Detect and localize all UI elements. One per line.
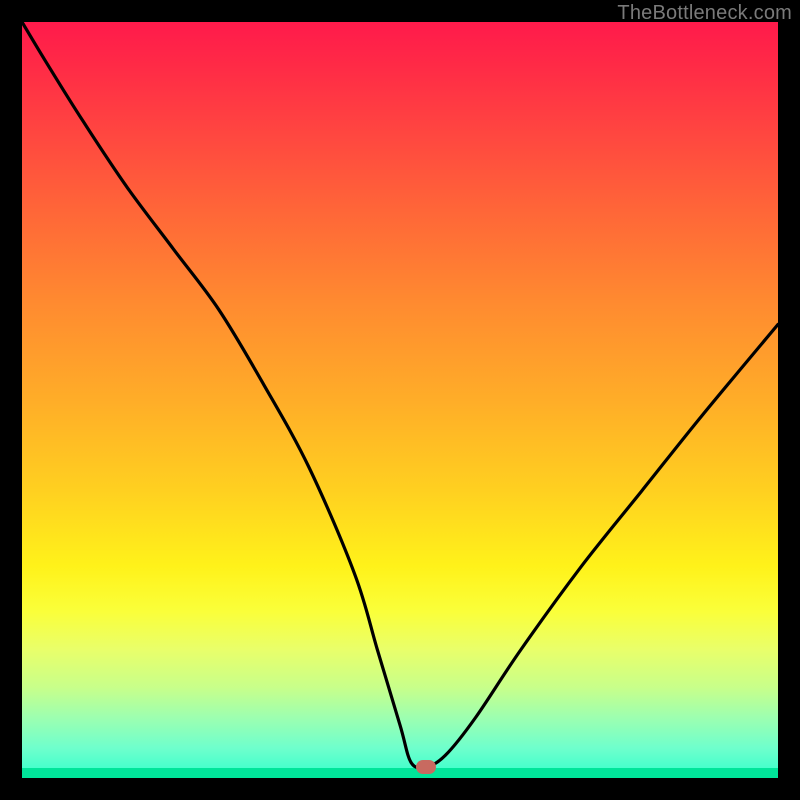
plot-area: [22, 22, 778, 778]
bottleneck-curve: [22, 22, 778, 778]
watermark-text: TheBottleneck.com: [617, 2, 792, 25]
chart-frame: TheBottleneck.com: [0, 0, 800, 800]
optimal-marker: [416, 760, 436, 774]
